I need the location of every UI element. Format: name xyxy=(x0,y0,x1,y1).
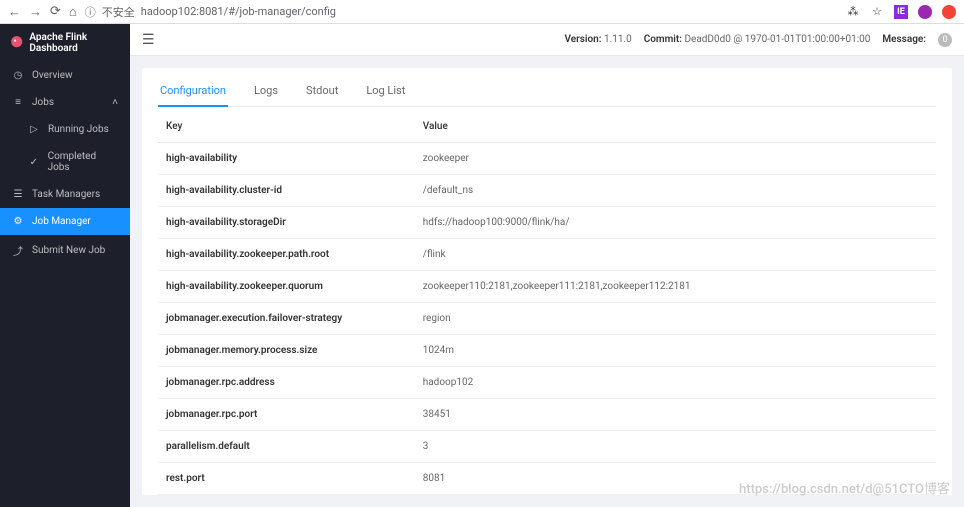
sidebar-item-overview[interactable]: ◷ Overview xyxy=(0,62,130,89)
browser-toolbar: ← → ⟳ ⌂ ⓘ 不安全 hadoop102:8081/#/job-manag… xyxy=(0,0,964,24)
cell-value: region xyxy=(415,303,936,335)
bars-icon: ≡ xyxy=(12,97,24,108)
cell-value: hdfs://hadoop100:9000/flink/ha/ xyxy=(415,207,936,239)
tab-logs[interactable]: Logs xyxy=(252,76,280,106)
upload-icon: ⤴ xyxy=(12,243,24,258)
forward-icon[interactable]: → xyxy=(29,4,42,20)
table-row: parallelism.default3 xyxy=(158,431,936,463)
cell-value: /default_ns xyxy=(415,175,936,207)
sidebar-label: Task Managers xyxy=(32,189,100,200)
col-key[interactable]: Key xyxy=(158,111,415,143)
app-title: Apache Flink Dashboard xyxy=(29,32,120,54)
star-icon[interactable]: ☆ xyxy=(870,5,884,19)
play-icon: ▷ xyxy=(28,124,40,135)
config-table: Key Value high-availabilityzookeeperhigh… xyxy=(158,111,936,495)
table-row: high-availability.zookeeper.quorumzookee… xyxy=(158,271,936,303)
insecure-label: 不安全 xyxy=(102,4,135,20)
menu-fold-icon[interactable]: ☰ xyxy=(142,32,155,48)
translate-icon[interactable]: ⁂ xyxy=(846,5,860,19)
cell-key: jobmanager.memory.process.size xyxy=(158,335,415,367)
main-area: ☰ Version: 1.11.0 Commit: DeadD0d0 @ 197… xyxy=(130,24,964,507)
cell-key: high-availability.zookeeper.path.root xyxy=(158,239,415,271)
sidebar-item-running-jobs[interactable]: ▷ Running Jobs xyxy=(0,116,130,143)
cell-value: 8081 xyxy=(415,463,936,495)
table-row: high-availability.zookeeper.path.root/fl… xyxy=(158,239,936,271)
version-block: Version: 1.11.0 xyxy=(565,34,632,45)
cell-key: jobmanager.rpc.address xyxy=(158,367,415,399)
browser-extensions: ⁂ ☆ IE xyxy=(846,5,956,19)
flink-logo-icon xyxy=(10,35,23,51)
table-row: jobmanager.memory.process.size1024m xyxy=(158,335,936,367)
sidebar-item-submit-new-job[interactable]: ⤴ Submit New Job xyxy=(0,235,130,266)
tab-log-list[interactable]: Log List xyxy=(364,76,407,106)
cell-key: high-availability.zookeeper.quorum xyxy=(158,271,415,303)
table-row: rest.port8081 xyxy=(158,463,936,495)
col-value[interactable]: Value xyxy=(415,111,936,143)
sidebar-label: Jobs xyxy=(32,97,54,108)
sidebar-item-job-manager[interactable]: ⚙ Job Manager xyxy=(0,208,130,235)
sidebar-label: Job Manager xyxy=(32,216,91,227)
cell-value: 1024m xyxy=(415,495,936,496)
table-row: high-availabilityzookeeper xyxy=(158,143,936,175)
sidebar-item-task-managers[interactable]: ☰ Task Managers xyxy=(0,181,130,208)
tab-configuration[interactable]: Configuration xyxy=(158,76,228,107)
build-icon: ⚙ xyxy=(12,216,24,227)
back-icon[interactable]: ← xyxy=(8,4,21,20)
cell-value: zookeeper110:2181,zookeeper111:2181,zook… xyxy=(415,271,936,303)
jobs-submenu: ▷ Running Jobs ✓ Completed Jobs xyxy=(0,116,130,181)
table-row: jobmanager.rpc.port38451 xyxy=(158,399,936,431)
message-count-badge[interactable]: 0 xyxy=(938,33,952,47)
cell-key: high-availability xyxy=(158,143,415,175)
sidebar-label: Submit New Job xyxy=(32,245,105,256)
table-row: high-availability.cluster-id/default_ns xyxy=(158,175,936,207)
table-row: high-availability.storageDirhdfs://hadoo… xyxy=(158,207,936,239)
cell-value: 3 xyxy=(415,431,936,463)
header-meta: Version: 1.11.0 Commit: DeadD0d0 @ 1970-… xyxy=(565,33,953,47)
sidebar-label: Completed Jobs xyxy=(48,151,118,173)
sidebar-label: Running Jobs xyxy=(48,124,109,135)
tabs: Configuration Logs Stdout Log List xyxy=(158,68,936,107)
cell-value: /flink xyxy=(415,239,936,271)
topbar: ☰ Version: 1.11.0 Commit: DeadD0d0 @ 197… xyxy=(130,24,964,56)
sidebar-label: Overview xyxy=(32,70,73,81)
content-card: Configuration Logs Stdout Log List Key V… xyxy=(142,68,952,495)
sidebar-item-completed-jobs[interactable]: ✓ Completed Jobs xyxy=(0,143,130,181)
dashboard-icon: ◷ xyxy=(12,70,24,81)
tab-stdout[interactable]: Stdout xyxy=(304,76,340,106)
extension-icon[interactable]: IE xyxy=(894,5,908,19)
cell-value: 1024m xyxy=(415,335,936,367)
check-icon: ✓ xyxy=(28,157,40,168)
url-text: hadoop102:8081/#/job-manager/config xyxy=(141,5,336,18)
home-icon[interactable]: ⌂ xyxy=(69,4,77,20)
cell-value: hadoop102 xyxy=(415,367,936,399)
cell-key: high-availability.cluster-id xyxy=(158,175,415,207)
schedule-icon: ☰ xyxy=(12,189,24,200)
cell-key: taskmanager.memory.process.size xyxy=(158,495,415,496)
sidebar-item-jobs[interactable]: ≡ Jobs ˄ xyxy=(0,89,130,116)
cell-key: parallelism.default xyxy=(158,431,415,463)
address-bar[interactable]: ⓘ 不安全 hadoop102:8081/#/job-manager/confi… xyxy=(85,4,838,20)
info-icon: ⓘ xyxy=(85,4,96,20)
message-block: Message: xyxy=(882,34,926,45)
table-row: jobmanager.execution.failover-strategyre… xyxy=(158,303,936,335)
cell-value: 38451 xyxy=(415,399,936,431)
table-row: jobmanager.rpc.addresshadoop102 xyxy=(158,367,936,399)
cell-value: zookeeper xyxy=(415,143,936,175)
chevron-up-icon: ˄ xyxy=(112,97,118,108)
profile-icon[interactable] xyxy=(918,5,932,19)
cell-key: jobmanager.execution.failover-strategy xyxy=(158,303,415,335)
record-icon[interactable] xyxy=(942,5,956,19)
cell-key: jobmanager.rpc.port xyxy=(158,399,415,431)
commit-block: Commit: DeadD0d0 @ 1970-01-01T01:00:00+0… xyxy=(644,34,871,45)
table-row: taskmanager.memory.process.size1024m xyxy=(158,495,936,496)
cell-key: rest.port xyxy=(158,463,415,495)
reload-icon[interactable]: ⟳ xyxy=(50,4,61,19)
app-logo-title[interactable]: Apache Flink Dashboard xyxy=(0,24,130,62)
sidebar: Apache Flink Dashboard ◷ Overview ≡ Jobs… xyxy=(0,24,130,507)
cell-key: high-availability.storageDir xyxy=(158,207,415,239)
